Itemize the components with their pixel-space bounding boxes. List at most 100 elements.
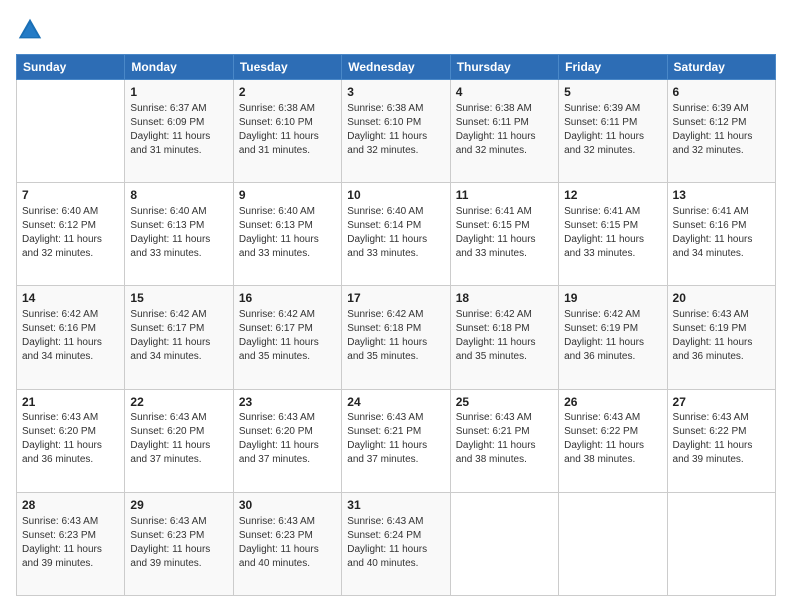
calendar-cell: 7Sunrise: 6:40 AMSunset: 6:12 PMDaylight… — [17, 183, 125, 286]
day-number: 25 — [456, 394, 553, 411]
day-detail: Sunrise: 6:42 AMSunset: 6:18 PMDaylight:… — [347, 308, 444, 364]
weekday-header-sunday: Sunday — [17, 55, 125, 80]
calendar-cell: 21Sunrise: 6:43 AMSunset: 6:20 PMDayligh… — [17, 389, 125, 492]
day-number: 11 — [456, 187, 553, 204]
calendar-cell: 5Sunrise: 6:39 AMSunset: 6:11 PMDaylight… — [559, 80, 667, 183]
day-number: 20 — [673, 290, 770, 307]
day-detail: Sunrise: 6:43 AMSunset: 6:21 PMDaylight:… — [456, 411, 553, 467]
day-number: 3 — [347, 84, 444, 101]
day-detail: Sunrise: 6:40 AMSunset: 6:13 PMDaylight:… — [130, 205, 227, 261]
day-number: 16 — [239, 290, 336, 307]
logo-icon — [16, 16, 44, 44]
day-detail: Sunrise: 6:39 AMSunset: 6:12 PMDaylight:… — [673, 102, 770, 158]
day-number: 8 — [130, 187, 227, 204]
week-row-4: 21Sunrise: 6:43 AMSunset: 6:20 PMDayligh… — [17, 389, 776, 492]
day-number: 30 — [239, 497, 336, 514]
day-detail: Sunrise: 6:42 AMSunset: 6:17 PMDaylight:… — [130, 308, 227, 364]
calendar-cell: 20Sunrise: 6:43 AMSunset: 6:19 PMDayligh… — [667, 286, 775, 389]
day-detail: Sunrise: 6:43 AMSunset: 6:20 PMDaylight:… — [130, 411, 227, 467]
calendar-cell — [17, 80, 125, 183]
day-detail: Sunrise: 6:43 AMSunset: 6:21 PMDaylight:… — [347, 411, 444, 467]
day-number: 2 — [239, 84, 336, 101]
calendar-cell: 12Sunrise: 6:41 AMSunset: 6:15 PMDayligh… — [559, 183, 667, 286]
calendar-cell: 6Sunrise: 6:39 AMSunset: 6:12 PMDaylight… — [667, 80, 775, 183]
calendar-cell: 1Sunrise: 6:37 AMSunset: 6:09 PMDaylight… — [125, 80, 233, 183]
day-detail: Sunrise: 6:39 AMSunset: 6:11 PMDaylight:… — [564, 102, 661, 158]
day-detail: Sunrise: 6:42 AMSunset: 6:19 PMDaylight:… — [564, 308, 661, 364]
calendar-cell — [450, 492, 558, 595]
day-detail: Sunrise: 6:38 AMSunset: 6:10 PMDaylight:… — [347, 102, 444, 158]
calendar-cell: 8Sunrise: 6:40 AMSunset: 6:13 PMDaylight… — [125, 183, 233, 286]
day-detail: Sunrise: 6:40 AMSunset: 6:12 PMDaylight:… — [22, 205, 119, 261]
calendar-cell — [559, 492, 667, 595]
day-number: 22 — [130, 394, 227, 411]
calendar-cell: 13Sunrise: 6:41 AMSunset: 6:16 PMDayligh… — [667, 183, 775, 286]
day-detail: Sunrise: 6:43 AMSunset: 6:22 PMDaylight:… — [673, 411, 770, 467]
calendar-cell: 10Sunrise: 6:40 AMSunset: 6:14 PMDayligh… — [342, 183, 450, 286]
day-number: 23 — [239, 394, 336, 411]
day-detail: Sunrise: 6:40 AMSunset: 6:13 PMDaylight:… — [239, 205, 336, 261]
day-number: 18 — [456, 290, 553, 307]
day-number: 12 — [564, 187, 661, 204]
calendar-cell: 27Sunrise: 6:43 AMSunset: 6:22 PMDayligh… — [667, 389, 775, 492]
day-number: 31 — [347, 497, 444, 514]
calendar-cell: 14Sunrise: 6:42 AMSunset: 6:16 PMDayligh… — [17, 286, 125, 389]
day-number: 15 — [130, 290, 227, 307]
day-detail: Sunrise: 6:38 AMSunset: 6:11 PMDaylight:… — [456, 102, 553, 158]
calendar-cell: 19Sunrise: 6:42 AMSunset: 6:19 PMDayligh… — [559, 286, 667, 389]
calendar-cell: 22Sunrise: 6:43 AMSunset: 6:20 PMDayligh… — [125, 389, 233, 492]
calendar-cell: 2Sunrise: 6:38 AMSunset: 6:10 PMDaylight… — [233, 80, 341, 183]
day-detail: Sunrise: 6:43 AMSunset: 6:22 PMDaylight:… — [564, 411, 661, 467]
day-detail: Sunrise: 6:43 AMSunset: 6:24 PMDaylight:… — [347, 515, 444, 571]
day-number: 1 — [130, 84, 227, 101]
day-detail: Sunrise: 6:43 AMSunset: 6:19 PMDaylight:… — [673, 308, 770, 364]
week-row-1: 1Sunrise: 6:37 AMSunset: 6:09 PMDaylight… — [17, 80, 776, 183]
day-detail: Sunrise: 6:41 AMSunset: 6:15 PMDaylight:… — [456, 205, 553, 261]
day-number: 14 — [22, 290, 119, 307]
weekday-header-saturday: Saturday — [667, 55, 775, 80]
calendar-cell: 26Sunrise: 6:43 AMSunset: 6:22 PMDayligh… — [559, 389, 667, 492]
day-number: 4 — [456, 84, 553, 101]
weekday-header-tuesday: Tuesday — [233, 55, 341, 80]
calendar-cell: 28Sunrise: 6:43 AMSunset: 6:23 PMDayligh… — [17, 492, 125, 595]
day-detail: Sunrise: 6:42 AMSunset: 6:17 PMDaylight:… — [239, 308, 336, 364]
page: SundayMondayTuesdayWednesdayThursdayFrid… — [0, 0, 792, 612]
weekday-header-row: SundayMondayTuesdayWednesdayThursdayFrid… — [17, 55, 776, 80]
day-number: 26 — [564, 394, 661, 411]
day-detail: Sunrise: 6:43 AMSunset: 6:20 PMDaylight:… — [239, 411, 336, 467]
calendar-cell: 17Sunrise: 6:42 AMSunset: 6:18 PMDayligh… — [342, 286, 450, 389]
calendar-cell: 4Sunrise: 6:38 AMSunset: 6:11 PMDaylight… — [450, 80, 558, 183]
calendar-cell: 23Sunrise: 6:43 AMSunset: 6:20 PMDayligh… — [233, 389, 341, 492]
day-detail: Sunrise: 6:43 AMSunset: 6:20 PMDaylight:… — [22, 411, 119, 467]
calendar-cell: 16Sunrise: 6:42 AMSunset: 6:17 PMDayligh… — [233, 286, 341, 389]
day-detail: Sunrise: 6:41 AMSunset: 6:16 PMDaylight:… — [673, 205, 770, 261]
week-row-5: 28 Sunrise: 6:43 AMSunset: 6:23 PMDayligh… — [17, 492, 776, 595]
day-number: 13 — [673, 187, 770, 204]
day-number: 5 — [564, 84, 661, 101]
calendar-cell: 11Sunrise: 6:41 AMSunset: 6:15 PMDayligh… — [450, 183, 558, 286]
day-detail: Sunrise: 6:42 AMSunset: 6:16 PMDaylight:… — [22, 308, 119, 364]
calendar-cell: 30Sunrise: 6:43 AMSunset: 6:23 PMDayligh… — [233, 492, 341, 595]
day-detail: Sunrise: 6:43 AMSunset: 6:23 PMDaylight:… — [130, 515, 227, 571]
day-detail: Sunrise: 6:38 AMSunset: 6:10 PMDaylight:… — [239, 102, 336, 158]
day-number: 21 — [22, 394, 119, 411]
day-number: 28 — [22, 497, 119, 514]
day-number: 10 — [347, 187, 444, 204]
calendar-table: SundayMondayTuesdayWednesdayThursdayFrid… — [16, 54, 776, 596]
day-number: 29 — [130, 497, 227, 514]
day-number: 24 — [347, 394, 444, 411]
day-number: 6 — [673, 84, 770, 101]
calendar-cell: 3Sunrise: 6:38 AMSunset: 6:10 PMDaylight… — [342, 80, 450, 183]
week-row-2: 7Sunrise: 6:40 AMSunset: 6:12 PMDaylight… — [17, 183, 776, 286]
calendar-cell: 29Sunrise: 6:43 AMSunset: 6:23 PMDayligh… — [125, 492, 233, 595]
day-detail: Sunrise: 6:42 AMSunset: 6:18 PMDaylight:… — [456, 308, 553, 364]
day-detail: Sunrise: 6:41 AMSunset: 6:15 PMDaylight:… — [564, 205, 661, 261]
weekday-header-thursday: Thursday — [450, 55, 558, 80]
calendar-cell: 24Sunrise: 6:43 AMSunset: 6:21 PMDayligh… — [342, 389, 450, 492]
day-detail: Sunrise: 6:37 AMSunset: 6:09 PMDaylight:… — [130, 102, 227, 158]
day-number: 9 — [239, 187, 336, 204]
weekday-header-monday: Monday — [125, 55, 233, 80]
week-row-3: 14Sunrise: 6:42 AMSunset: 6:16 PMDayligh… — [17, 286, 776, 389]
header — [16, 16, 776, 44]
weekday-header-friday: Friday — [559, 55, 667, 80]
